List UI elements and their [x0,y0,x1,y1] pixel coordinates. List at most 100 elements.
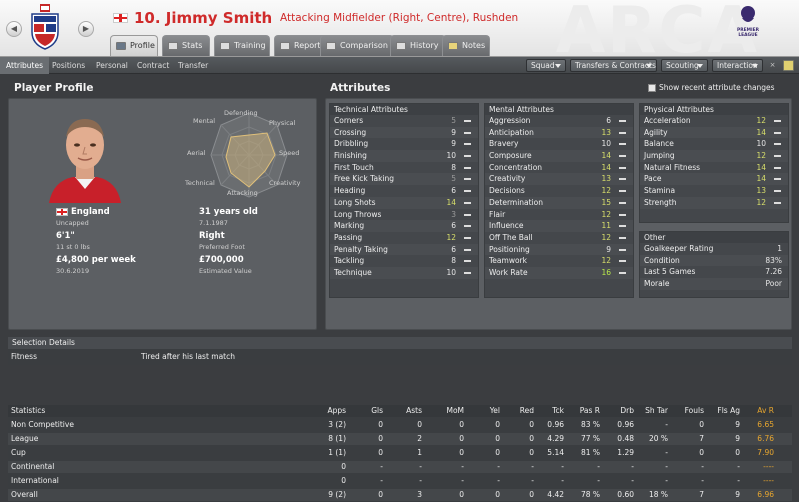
attribute-name: Passing [334,232,363,242]
attribute-row: Jumping 12 [640,150,788,162]
stat-cell: 0.96 [547,420,564,429]
attributes-heading: Attributes [330,82,391,94]
attribute-name: Corners [334,116,364,125]
subtab-positions[interactable]: Positions [46,57,91,74]
header-bar: ARCA ◀ ▶ 10. Jimmy Smith Attacking Midfi… [0,0,799,57]
trend-dash-icon [464,248,471,251]
tab-history[interactable]: History [390,35,446,56]
trend-dash-icon [619,155,626,158]
attribute-name: Positioning [489,244,530,254]
trend-dash-icon [774,190,781,193]
interaction-dropdown[interactable]: Interaction [712,59,763,72]
scouting-dropdown[interactable]: Scouting [661,59,708,72]
stat-cell: 4.42 [547,490,564,499]
stat-cell: 0 [341,476,346,485]
stat-cell: 0 [378,448,383,457]
attribute-name: Stamina [644,186,676,196]
tab-label: Notes [462,41,486,50]
attribute-value: 15 [601,197,611,207]
attribute-value: 10 [446,151,456,161]
forward-arrow-icon[interactable]: ▶ [78,21,94,37]
attribute-name: Goalkeeper Rating [644,244,714,253]
wage[interactable]: £4,800 per week [56,255,136,265]
stat-cell: 0 [341,462,346,471]
estimated-value: £700,000 [199,255,244,265]
transfers-contracts-dropdown[interactable]: Transfers & Contracts [570,59,657,72]
chevron-down-icon [697,64,703,68]
mental-attributes-title: Mental Attributes [485,104,633,115]
player-photo [45,111,125,203]
attribute-name: Natural Fitness [644,162,701,172]
attribute-row: Off The Ball 12 [485,232,633,244]
attribute-row: Finishing 10 [330,150,478,162]
dropdown-label: Transfers & Contracts [575,61,656,70]
statistics-header-row: Statistics Apps Gls Asts MoM Yel Red Tck Pas R Dr… [8,405,792,417]
attribute-name: Tackling [334,256,365,266]
tab-comparison[interactable]: Comparison [320,35,394,56]
trend-dash-icon [464,155,471,158]
stat-label: Cup [11,448,26,457]
stat-cell: - [561,462,564,471]
trend-dash-icon [774,201,781,204]
back-arrow-icon[interactable]: ◀ [6,21,22,37]
attribute-row: Stamina 13 [640,185,788,197]
trend-dash-icon [464,260,471,263]
attribute-value: 6 [451,186,456,196]
attribute-name: Anticipation [489,127,534,137]
statistics-row: Non Competitive 3 (2) 0 0 0 0 0 0.96 83 % 0.96-0 9… [8,419,792,431]
stat-cell: 1 (1) [328,448,346,457]
attribute-row: Creativity 13 [485,173,633,186]
stat-cell: MoM [446,406,464,415]
attribute-name: Penalty Taking [334,244,388,254]
stat-cell: - [665,448,668,457]
attribute-row: Free Kick Taking 5 [330,173,478,186]
trend-dash-icon [464,120,471,122]
player-position-club[interactable]: Attacking Midfielder (Right, Centre), Ru… [280,12,518,24]
note-icon[interactable] [783,60,794,71]
subtab-contract[interactable]: Contract [131,57,175,74]
close-icon[interactable]: × [767,59,778,72]
radar-label-physical: Physical [269,119,296,127]
tab-stats[interactable]: Stats [162,35,210,56]
trend-dash-icon [464,143,471,146]
stat-cell: - [665,476,668,485]
club-crest-icon[interactable] [30,4,60,50]
chevron-down-icon [752,64,758,68]
tab-notes[interactable]: Notes [442,35,490,56]
stat-cell: - [461,462,464,471]
attribute-row: Strength 12 [640,196,788,209]
subtab-personal[interactable]: Personal [90,57,134,74]
attribute-name: Pace [644,174,662,184]
trend-dash-icon [619,248,626,251]
stat-cell: 7.90 [757,448,774,457]
attribute-value: 6 [606,116,611,125]
attribute-value: 13 [756,186,766,196]
attribute-row: Morale Poor [640,278,788,290]
technical-attributes-title: Technical Attributes [330,104,478,115]
statistics-table: Statistics Apps Gls Asts MoM Yel Red Tck Pas R Dr… [8,405,792,502]
squad-dropdown[interactable]: Squad [526,59,566,72]
trend-dash-icon [774,143,781,146]
subtab-transfer[interactable]: Transfer [172,57,214,74]
attribute-row: Marking 6 [330,220,478,232]
height: 6'1" [56,231,75,241]
stat-cell: 6.96 [757,490,774,499]
attribute-row: Pace 14 [640,173,788,186]
tab-profile[interactable]: Profile [110,35,158,56]
subtab-attributes[interactable]: Attributes [0,57,50,74]
attribute-value: Poor [765,279,782,289]
trend-dash-icon [774,155,781,158]
attribute-row: Technique 10 [330,266,478,279]
stat-cell: 8 (1) [328,434,346,443]
attribute-value: 12 [601,209,611,219]
player-profile-heading: Player Profile [14,82,94,94]
preferred-foot-label: Preferred Foot [199,243,245,251]
tab-training[interactable]: Training [214,35,270,56]
stat-cell: - [419,476,422,485]
attribute-row: First Touch 8 [330,162,478,174]
trend-dash-icon [464,213,471,216]
nationality[interactable]: England [71,207,110,217]
attribute-name: Flair [489,209,506,219]
show-recent-checkbox[interactable] [648,84,656,92]
stat-cell: 0 [699,448,704,457]
